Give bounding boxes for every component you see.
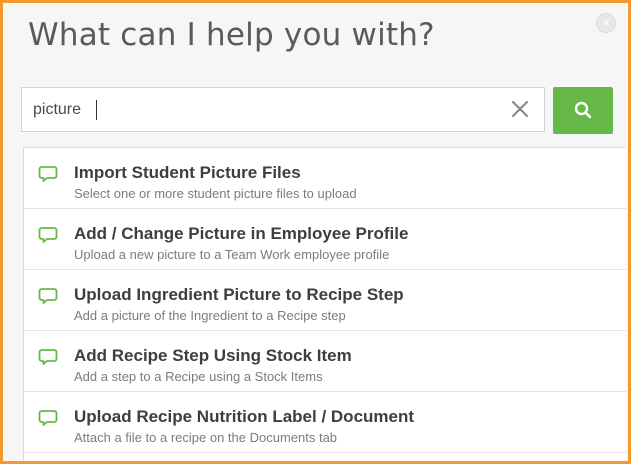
search-input[interactable] — [22, 88, 502, 131]
close-icon[interactable]: × — [596, 13, 616, 33]
text-caret — [96, 100, 97, 120]
search-icon — [574, 101, 592, 119]
result-title: Upload Ingredient Picture to Recipe Step — [74, 285, 404, 304]
result-description: Attach a file to a recipe on the Documen… — [74, 430, 338, 445]
result-item[interactable]: Upload Recipe Nutrition Label / Document… — [24, 392, 626, 453]
help-dialog: × What can I help you with? Import Stude… — [0, 0, 631, 464]
result-item[interactable]: Add / Change Picture in Employee Profile… — [24, 209, 626, 270]
speech-bubble-icon — [38, 166, 58, 182]
results-list: Import Student Picture Files Select one … — [23, 147, 626, 461]
result-title: Add Recipe Step Using Stock Item — [74, 346, 352, 365]
result-description: Upload a new picture to a Team Work empl… — [74, 247, 390, 262]
clear-search-icon[interactable] — [508, 97, 532, 121]
speech-bubble-icon — [38, 227, 58, 243]
result-title: Add / Change Picture in Employee Profile — [74, 224, 409, 243]
result-description: Add a step to a Recipe using a Stock Ite… — [74, 369, 323, 384]
search-box — [21, 87, 545, 132]
speech-bubble-icon — [38, 349, 58, 365]
result-description: Add a picture of the Ingredient to a Rec… — [74, 308, 346, 323]
result-description: Select one or more student picture files… — [74, 186, 357, 201]
result-title: Import Student Picture Files — [74, 163, 301, 182]
speech-bubble-icon — [38, 288, 58, 304]
result-item[interactable]: Add Recipe Step Using Stock Item Add a s… — [24, 331, 626, 392]
result-item[interactable]: Upload Ingredient Picture to Recipe Step… — [24, 270, 626, 331]
result-title: Upload Recipe Nutrition Label / Document — [74, 407, 415, 426]
result-item[interactable]: Import Student Picture Files Select one … — [24, 148, 626, 209]
dialog-title: What can I help you with? — [28, 17, 435, 53]
speech-bubble-icon — [38, 410, 58, 426]
search-button[interactable] — [553, 87, 613, 134]
